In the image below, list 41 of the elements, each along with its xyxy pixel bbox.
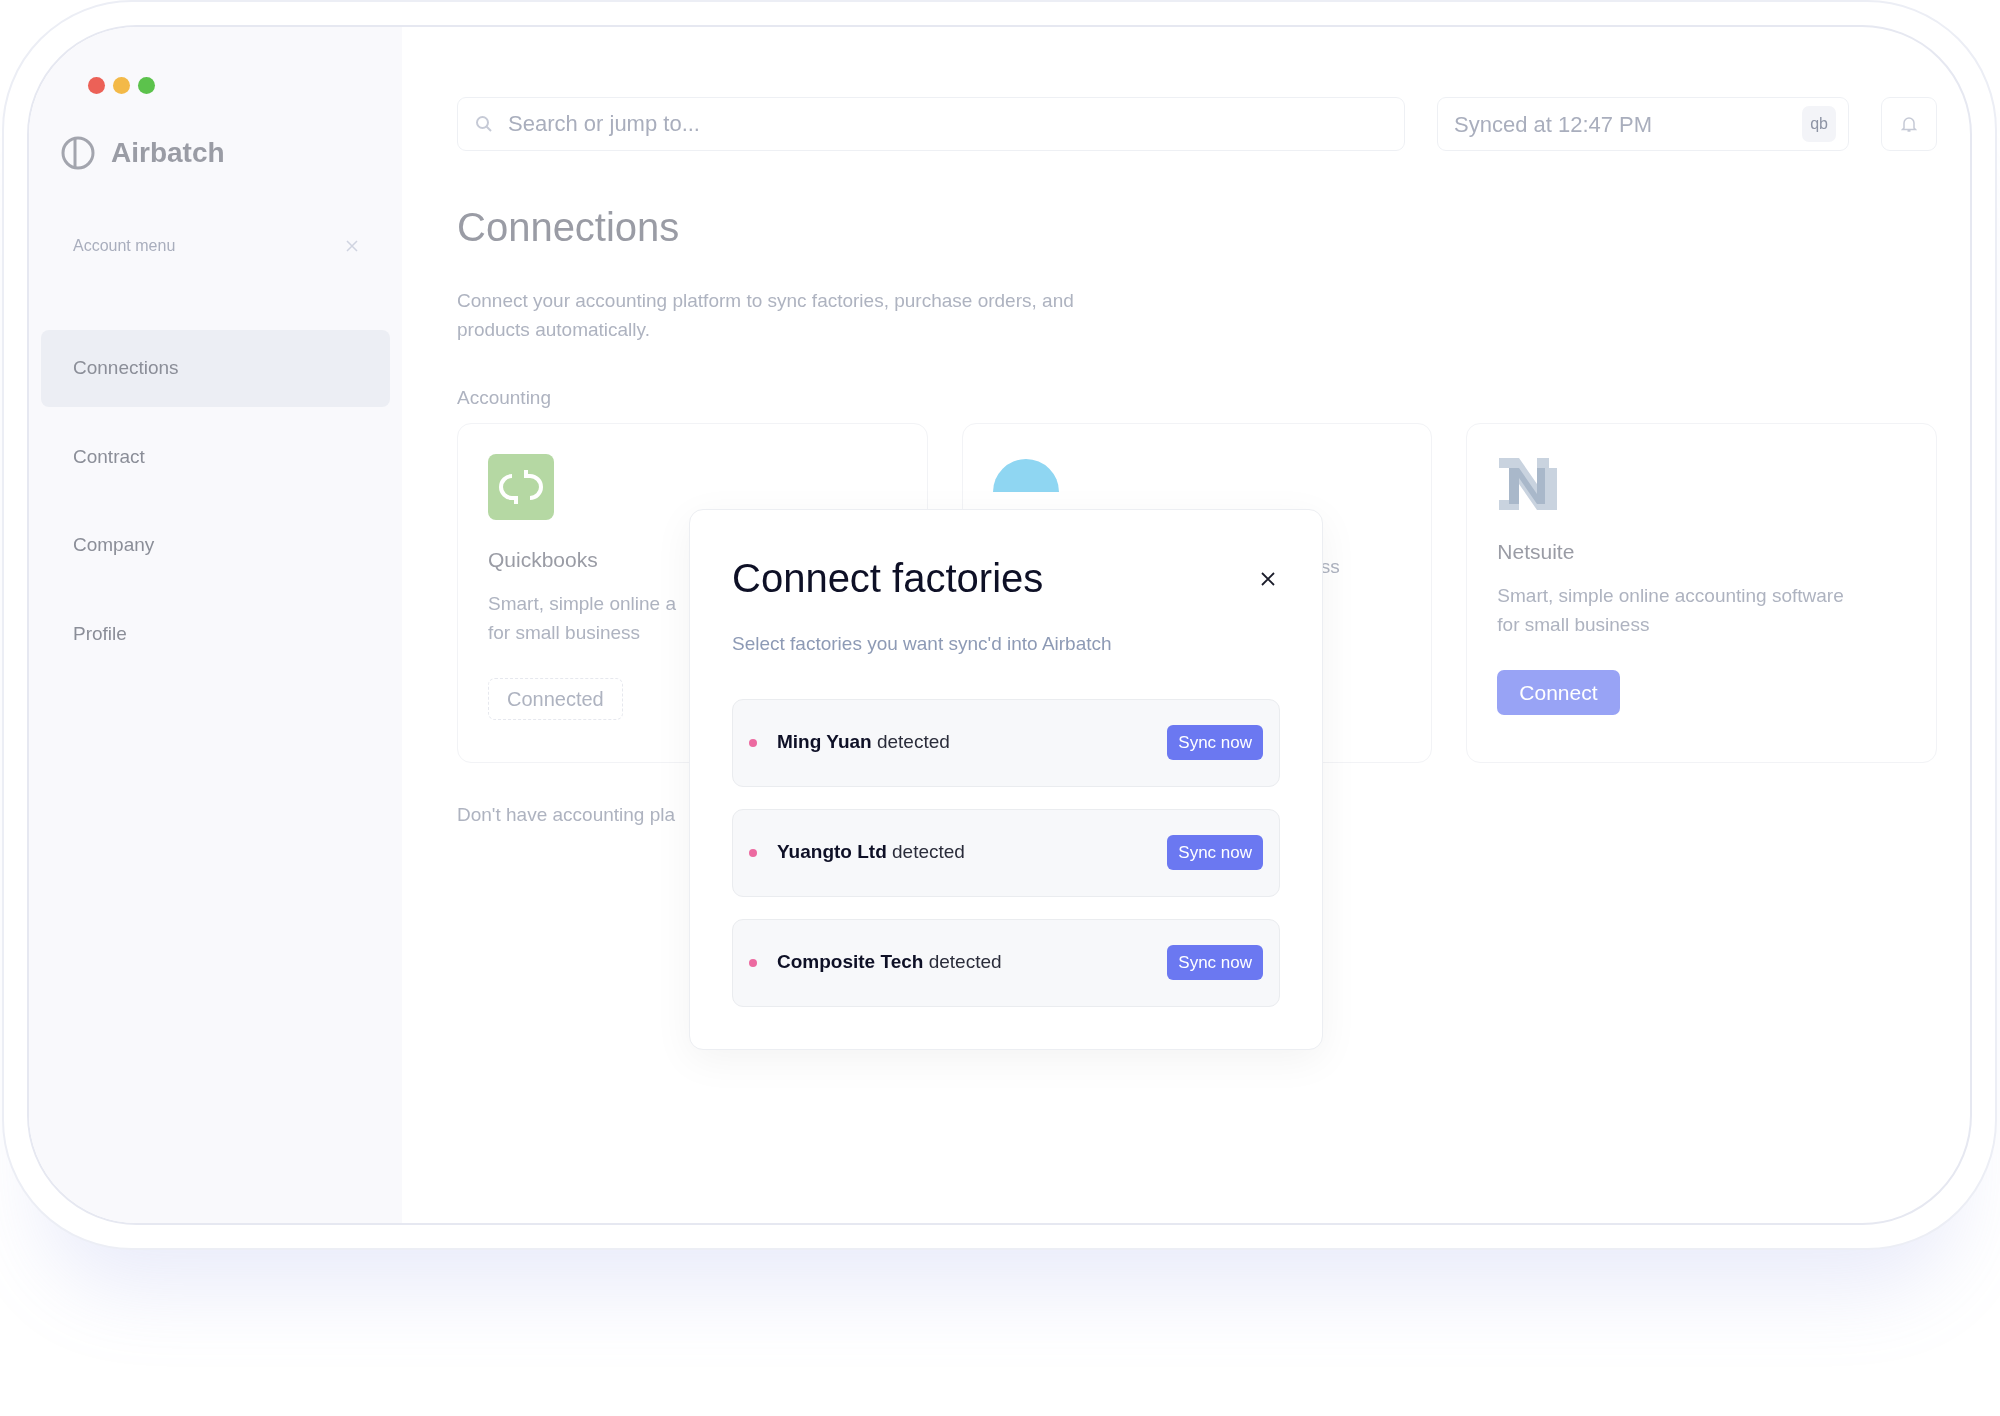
- card-description: Smart, simple online a for small business: [488, 592, 676, 646]
- page-description: Connect your accounting platform to sync factories, purchase orders, and products automatically.: [457, 289, 1075, 342]
- section-label: Accounting: [457, 386, 552, 410]
- status-dot: [749, 848, 757, 857]
- card-title: Quickbooks: [488, 546, 599, 573]
- search-field[interactable]: Search or jump to...: [457, 97, 1405, 151]
- status-dot: [749, 958, 757, 967]
- window-control-dot[interactable]: [113, 77, 130, 94]
- sync-now-button[interactable]: Sync now: [1167, 834, 1263, 871]
- page-title: Connections: [457, 204, 681, 251]
- close-icon: [1260, 570, 1276, 587]
- sync-now-button[interactable]: Sync now: [1167, 944, 1263, 981]
- modal-title: Connect factories: [732, 555, 1044, 602]
- sync-status-text: Synced at 12:47 PM: [1454, 110, 1653, 139]
- quickbooks-logo-icon: [488, 453, 554, 520]
- search-icon: [475, 115, 493, 133]
- xero-logo-icon: [992, 457, 1059, 492]
- factory-status-text: Yuangto Ltd detected: [777, 840, 966, 865]
- bell-icon: [1901, 115, 1917, 133]
- close-icon[interactable]: [346, 240, 358, 252]
- logo-icon: [61, 136, 95, 170]
- sync-now-button[interactable]: Sync now: [1167, 724, 1263, 761]
- sidebar-item[interactable]: Connections: [41, 330, 390, 407]
- connect-button[interactable]: Connect: [1497, 669, 1620, 716]
- card-description: Smart, simple online accounting software for small business: [1497, 584, 1844, 638]
- account-menu-label: Account menu: [73, 236, 176, 256]
- connected-button[interactable]: Connected: [488, 677, 623, 720]
- status-dot: [749, 738, 757, 747]
- factory-status-text: Ming Yuan detected: [777, 730, 951, 755]
- app-name: Airbatch: [111, 136, 225, 170]
- sidebar-item[interactable]: Company: [41, 507, 390, 584]
- factory-status-text: Composite Tech detected: [777, 950, 1003, 975]
- notifications-button[interactable]: [1881, 97, 1937, 151]
- quickbooks-badge: qb: [1802, 106, 1836, 142]
- sidebar-item[interactable]: Profile: [41, 595, 390, 672]
- card-title: Netsuite: [1497, 538, 1576, 565]
- window-control-dot[interactable]: [88, 77, 105, 94]
- footer-note: Don't have accounting pla: [457, 802, 677, 827]
- window-control-dot[interactable]: [138, 77, 155, 94]
- modal-subtitle: Select factories you want sync'd into Airbatch: [732, 632, 1113, 656]
- sidebar-item[interactable]: Contract: [41, 418, 390, 495]
